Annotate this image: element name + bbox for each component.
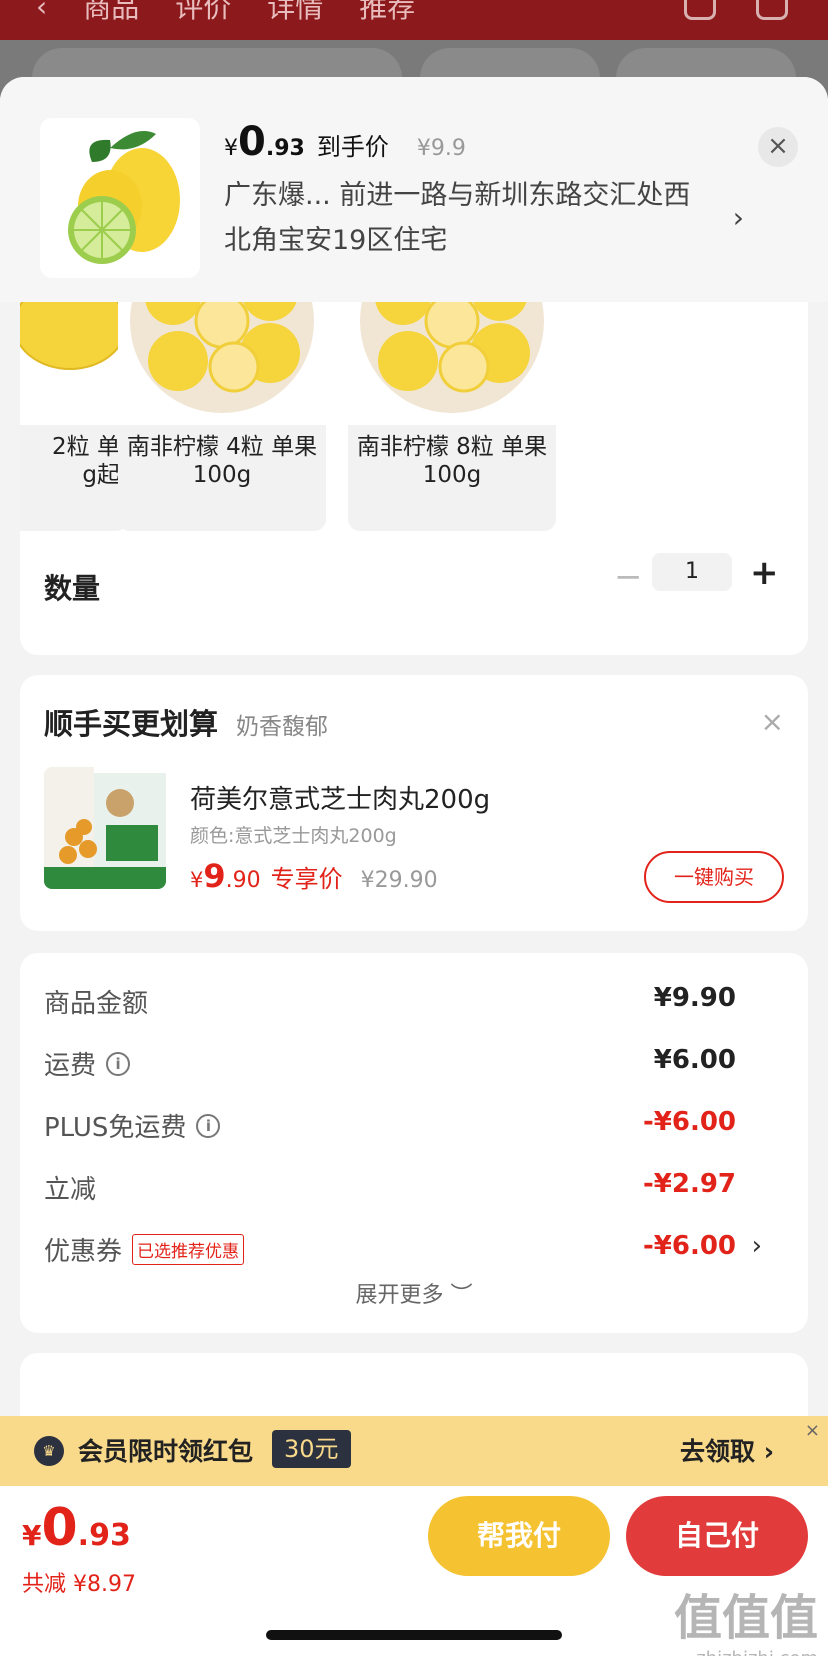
watermark-mark: 值值值 [673, 1590, 818, 1646]
info-icon[interactable]: i [196, 1113, 221, 1138]
variant-label: 2粒 单 g起 [52, 434, 120, 488]
summary-value: -¥2.97 [642, 1169, 736, 1199]
price-tag: 到手价 [316, 133, 389, 161]
reco-title: 顺手买更划算 [44, 707, 219, 741]
close-icon[interactable]: × [761, 705, 784, 738]
currency-symbol: ¥ [224, 136, 238, 161]
price-summary-card: 商品金额 ¥9.90 运费 i ¥6.00 PLUS免运费 i -¥6.00 立… [20, 953, 808, 1333]
quantity-minus-button[interactable]: − [614, 557, 643, 597]
expand-more-button[interactable]: 展开更多 ︶ [20, 1277, 808, 1309]
product-thumbnail [40, 118, 200, 278]
price-decimal: .93 [77, 1518, 131, 1553]
price-integer: 0 [41, 1498, 78, 1558]
reco-product-color: 颜色:意式芝士肉丸200g [190, 825, 397, 847]
price-integer: 9 [203, 857, 226, 895]
chevron-right-icon[interactable]: › [733, 201, 744, 234]
summary-label: 立减 [44, 1175, 97, 1205]
price-decimal: .93 [265, 136, 305, 161]
crown-icon: ♛ [34, 1436, 64, 1466]
summary-label: 运费 [44, 1051, 97, 1081]
summary-label: PLUS免运费 [44, 1113, 187, 1143]
chevron-right-icon[interactable]: › [752, 1231, 762, 1261]
summary-value: -¥6.00 [642, 1231, 736, 1261]
favorite-icon[interactable] [684, 0, 716, 20]
promo-amount: 30元 [272, 1430, 351, 1468]
share-icon[interactable] [756, 0, 788, 20]
tab-recommend[interactable]: 推荐 [359, 0, 415, 26]
summary-row: PLUS免运费 i -¥6.00 [44, 1107, 784, 1147]
summary-label: 商品金额 [44, 989, 149, 1019]
sheet-header: ¥ 0 .93 到手价 ¥9.9 广东爆... 前进一路与新圳东路交汇处西北角宝… [0, 77, 828, 302]
quantity-label: 数量 [44, 572, 101, 605]
one-click-buy-button[interactable]: 一键购买 [644, 851, 784, 903]
summary-row: 运费 i ¥6.00 [44, 1045, 784, 1085]
close-button[interactable]: × [758, 127, 798, 167]
original-price: ¥29.90 [360, 868, 438, 893]
total-price: ¥ 0 .93 [22, 1498, 131, 1558]
total-saved: 共减 ¥8.97 [22, 1572, 136, 1597]
variant-card: 2粒 单 g起 南非柠檬 4粒 单果 100g 南非柠檬 8粒 单果 100g … [20, 257, 808, 655]
coupon-badge: 已选推荐优惠 [132, 1234, 245, 1265]
help-pay-button[interactable]: 帮我付 [428, 1496, 610, 1576]
reco-price: ¥ 9 .90 专享价 ¥29.90 [190, 857, 438, 895]
reco-subtitle: 奶香馥郁 [236, 714, 328, 740]
quantity-plus-button[interactable]: + [750, 553, 779, 593]
reco-product-name[interactable]: 荷美尔意式芝士肉丸200g [190, 779, 490, 816]
price-tag: 专享价 [270, 865, 343, 893]
summary-value: -¥6.00 [642, 1107, 736, 1137]
top-nav-bar: ‹ 商品 评价 详情 推荐 [0, 0, 828, 40]
summary-value: ¥6.00 [653, 1045, 736, 1075]
self-pay-button[interactable]: 自己付 [626, 1496, 808, 1576]
back-icon[interactable]: ‹ [36, 0, 47, 23]
close-icon[interactable]: × [805, 1420, 820, 1441]
summary-row: 商品金额 ¥9.90 [44, 983, 784, 1023]
coupon-row[interactable]: 优惠券 已选推荐优惠 -¥6.00 › [44, 1231, 784, 1271]
tab-product[interactable]: 商品 [83, 0, 139, 26]
price-integer: 0 [238, 119, 266, 165]
tab-reviews[interactable]: 评价 [175, 0, 231, 26]
variant-label: 南非柠檬 8粒 单果 100g [356, 434, 548, 488]
delivery-address[interactable]: 广东爆... 前进一路与新圳东路交汇处西北角宝安19区住宅 [224, 173, 714, 263]
summary-value: ¥9.90 [653, 983, 736, 1013]
member-promo-bar[interactable]: ♛ 会员限时领红包 30元 去领取 › × [0, 1416, 828, 1486]
summary-label: 优惠券 [44, 1237, 123, 1267]
final-price: ¥ 0 .93 到手价 ¥9.9 [224, 119, 466, 165]
tab-details[interactable]: 详情 [267, 0, 323, 26]
currency-symbol: ¥ [22, 1519, 42, 1552]
home-indicator[interactable] [266, 1630, 562, 1640]
quantity-input[interactable]: 1 [652, 553, 732, 591]
recommendation-card: 顺手买更划算 奶香馥郁 × 荷美尔意式芝士肉丸200g 颜色:意式芝士肉丸200… [20, 675, 808, 931]
promo-text: 会员限时领红包 [78, 1437, 254, 1466]
claim-button[interactable]: 去领取 › [680, 1432, 774, 1468]
watermark: 值值值 zhizhizhi.com [674, 1578, 818, 1656]
reco-product-image[interactable] [44, 767, 166, 889]
variant-label: 南非柠檬 4粒 单果 100g [126, 434, 318, 488]
summary-row: 立减 -¥2.97 [44, 1169, 784, 1209]
original-price: ¥9.9 [416, 136, 466, 161]
watermark-domain: zhizhizhi.com [674, 1648, 818, 1656]
currency-symbol: ¥ [190, 868, 204, 892]
price-decimal: .90 [225, 868, 261, 893]
info-icon[interactable]: i [106, 1051, 131, 1076]
